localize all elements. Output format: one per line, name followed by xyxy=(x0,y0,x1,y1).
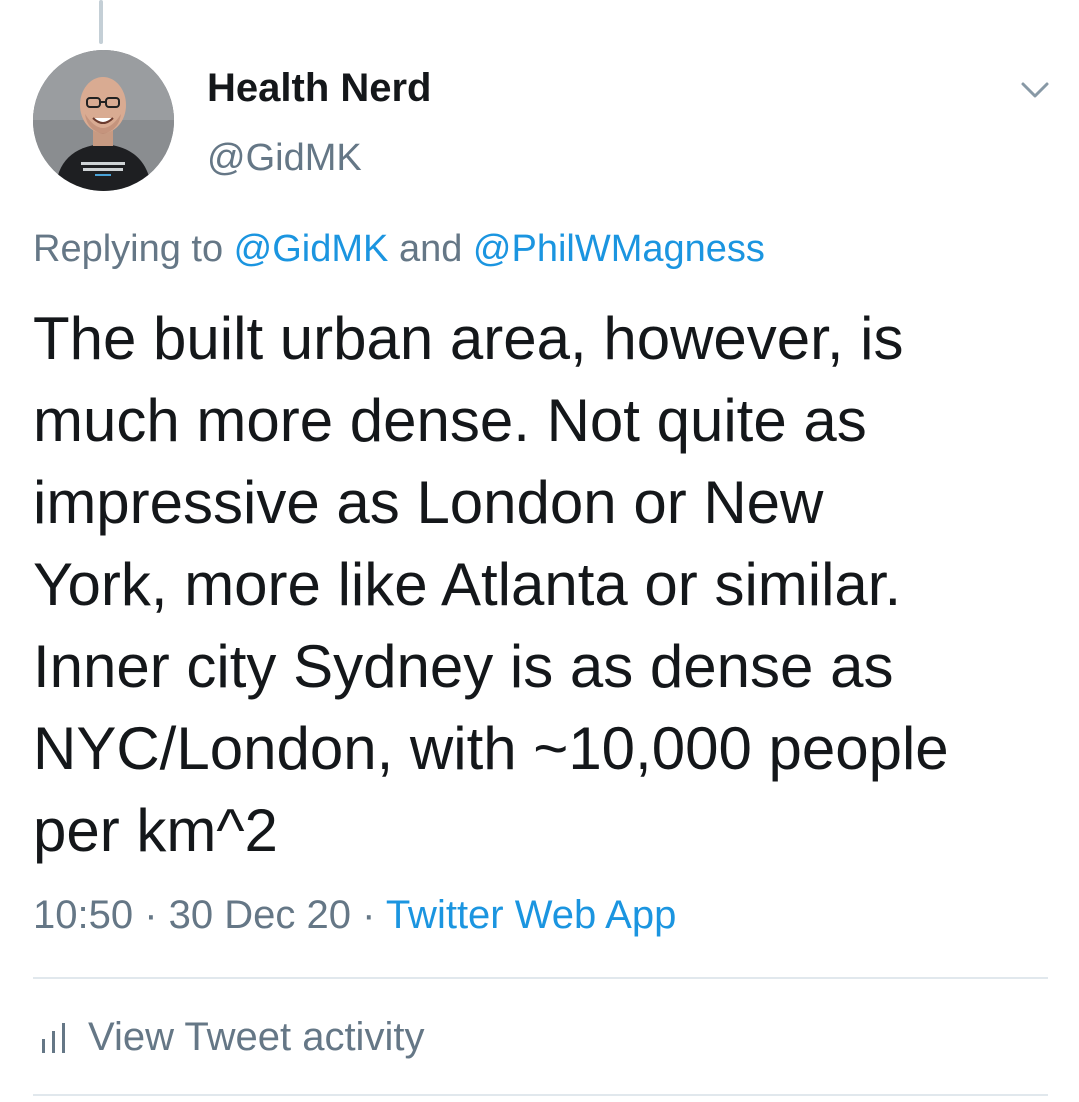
author-handle[interactable]: @GidMK xyxy=(207,137,362,180)
meta-separator: · xyxy=(133,893,169,937)
tweet-date[interactable]: 30 Dec 20 xyxy=(169,893,351,937)
mention-link[interactable]: @GidMK xyxy=(234,228,389,270)
replying-prefix: Replying to xyxy=(33,228,234,270)
avatar[interactable] xyxy=(33,50,174,191)
tweet-time[interactable]: 10:50 xyxy=(33,893,133,937)
more-options-caret[interactable] xyxy=(1015,75,1055,105)
replying-conjunction: and xyxy=(388,228,473,270)
divider xyxy=(33,977,1048,979)
profile-photo-icon xyxy=(33,50,174,191)
bar-chart-icon xyxy=(40,1021,70,1055)
chevron-down-icon xyxy=(1021,82,1049,98)
replying-to-line: Replying to @GidMK and @PhilWMagness xyxy=(33,228,765,271)
meta-separator: · xyxy=(351,893,386,937)
view-tweet-activity-button[interactable]: View Tweet activity xyxy=(40,1015,424,1060)
tweet-source-link[interactable]: Twitter Web App xyxy=(386,893,677,937)
tweet-metadata: 10:50 · 30 Dec 20 · Twitter Web App xyxy=(33,893,676,938)
mention-link[interactable]: @PhilWMagness xyxy=(473,228,765,270)
divider xyxy=(33,1094,1048,1096)
tweet-text: The built urban area, however, is much m… xyxy=(33,305,949,864)
view-tweet-activity-label: View Tweet activity xyxy=(88,1015,425,1059)
thread-connector-line xyxy=(99,0,103,44)
author-display-name[interactable]: Health Nerd xyxy=(207,66,432,111)
